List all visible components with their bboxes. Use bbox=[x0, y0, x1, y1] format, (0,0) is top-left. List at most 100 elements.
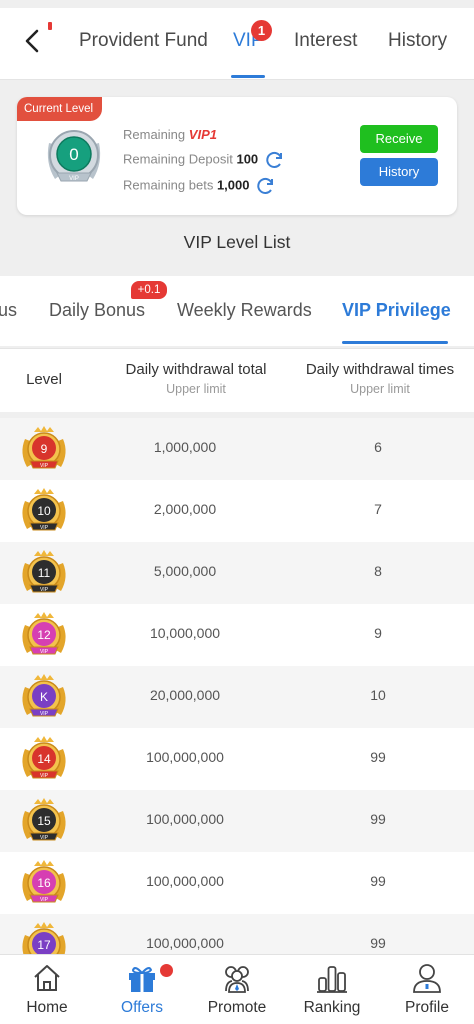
svg-text:VIP: VIP bbox=[40, 587, 49, 593]
vip-level-badge-icon: VIP17 bbox=[17, 919, 71, 954]
refresh-icon[interactable] bbox=[256, 176, 276, 196]
daily-withdrawal-times-cell: 6 bbox=[374, 439, 382, 455]
remaining-level-value: VIP1 bbox=[188, 127, 217, 142]
level-list-title: VIP Level List bbox=[183, 232, 291, 252]
offers-notification-dot bbox=[160, 964, 173, 977]
column-daily-withdrawal-total: Daily withdrawal total Upper limit bbox=[125, 361, 267, 396]
home-icon bbox=[34, 965, 60, 991]
table-row: VIP 9 1,000,000 6 bbox=[0, 418, 474, 480]
vip-level-badge-icon: VIP 12 bbox=[17, 609, 71, 663]
daily-withdrawal-total-cell: 100,000,000 bbox=[146, 811, 224, 827]
daily-withdrawal-times-cell: 99 bbox=[370, 935, 386, 951]
back-arrow-icon[interactable] bbox=[18, 26, 48, 56]
remaining-deposit-value: 100 bbox=[236, 151, 259, 167]
column-level: Level bbox=[26, 371, 62, 388]
table-row: VIP17 100,000,000 99 bbox=[0, 914, 474, 954]
vip-tab-badge: 1 bbox=[251, 20, 272, 41]
svg-text:14: 14 bbox=[37, 752, 51, 766]
daily-withdrawal-total-cell: 100,000,000 bbox=[146, 935, 224, 951]
table-row: VIP K 20,000,000 10 bbox=[0, 666, 474, 728]
notification-mark bbox=[48, 22, 52, 30]
remaining-level-line: Remaining VIP1 bbox=[123, 127, 217, 142]
daily-withdrawal-times-cell: 99 bbox=[370, 749, 386, 765]
refresh-icon[interactable] bbox=[265, 150, 285, 170]
svg-text:VIP: VIP bbox=[40, 463, 49, 469]
vip-level-badge-icon: 0 VIP bbox=[43, 123, 105, 191]
nav-home[interactable]: Home bbox=[2, 961, 92, 1017]
vip-level-badge-icon: VIP 14 bbox=[17, 733, 71, 787]
vip-level-badge-icon: VIP 11 bbox=[17, 547, 71, 601]
nav-promote[interactable]: Promote bbox=[192, 961, 282, 1017]
vip-level-badge-icon: VIP 16 bbox=[17, 857, 71, 911]
nav-profile[interactable]: Profile bbox=[382, 961, 472, 1017]
nav-ranking[interactable]: Ranking bbox=[287, 961, 377, 1017]
svg-text:17: 17 bbox=[37, 938, 51, 952]
svg-text:9: 9 bbox=[41, 442, 48, 456]
daily-withdrawal-total-cell: 5,000,000 bbox=[153, 563, 217, 579]
tab-history[interactable]: History bbox=[388, 30, 447, 52]
table-row: VIP 16 100,000,000 99 bbox=[0, 852, 474, 914]
table-row: VIP 10 2,000,000 7 bbox=[0, 480, 474, 542]
daily-withdrawal-times-cell: 10 bbox=[370, 687, 386, 703]
history-button[interactable]: History bbox=[360, 158, 438, 186]
svg-text:15: 15 bbox=[37, 814, 51, 828]
remaining-bets-value: 1,000 bbox=[216, 177, 250, 193]
bottom-navigation: Home Offers Promote Ranking Profile bbox=[0, 954, 474, 1024]
current-level-tag: Current Level bbox=[17, 97, 103, 121]
svg-text:VIP: VIP bbox=[40, 525, 49, 531]
column-daily-withdrawal-times: Daily withdrawal times Upper limit bbox=[305, 361, 455, 396]
daily-bonus-badge: +0.1 bbox=[131, 281, 167, 299]
vip-level-badge-icon: VIP 15 bbox=[17, 795, 71, 849]
svg-text:K: K bbox=[40, 690, 48, 704]
people-icon bbox=[225, 966, 249, 993]
receive-button[interactable]: Receive bbox=[360, 125, 438, 153]
tab-weekly-rewards[interactable]: Weekly Rewards bbox=[177, 300, 312, 321]
daily-withdrawal-times-cell: 99 bbox=[370, 873, 386, 889]
table-row: VIP 12 10,000,000 9 bbox=[0, 604, 474, 666]
daily-withdrawal-total-cell: 100,000,000 bbox=[146, 749, 224, 765]
daily-withdrawal-total-cell: 10,000,000 bbox=[149, 625, 221, 641]
tab-daily-bonus[interactable]: Daily Bonus bbox=[49, 300, 145, 321]
daily-withdrawal-times-cell: 8 bbox=[374, 563, 382, 579]
person-icon bbox=[413, 964, 441, 993]
tab-interest[interactable]: Interest bbox=[294, 30, 357, 52]
top-navigation-bar: Provident Fund VIP 1 Interest History bbox=[0, 8, 474, 80]
privilege-tabs: us Daily Bonus Weekly Rewards VIP Privil… bbox=[0, 276, 474, 346]
table-row: VIP 14 100,000,000 99 bbox=[0, 728, 474, 790]
svg-text:VIP: VIP bbox=[40, 711, 49, 717]
current-level-card: Current Level 0 VIP Remaining VIP1 Remai… bbox=[17, 97, 457, 215]
vip-level-badge-icon: VIP 10 bbox=[17, 485, 71, 539]
daily-withdrawal-total-cell: 2,000,000 bbox=[153, 501, 217, 517]
svg-text:12: 12 bbox=[37, 628, 51, 642]
remaining-bets-line: Remaining bets 1,000 bbox=[123, 176, 276, 196]
svg-text:16: 16 bbox=[37, 876, 51, 890]
table-header: Level Daily withdrawal total Upper limit… bbox=[0, 348, 474, 412]
svg-text:VIP: VIP bbox=[40, 649, 49, 655]
vip-level-table: VIP 9 1,000,000 6 VIP 10 2,000,000 7 VIP 11 5,000,… bbox=[0, 418, 474, 954]
svg-text:11: 11 bbox=[38, 566, 51, 580]
daily-withdrawal-total-cell: 1,000,000 bbox=[153, 439, 217, 455]
daily-withdrawal-total-cell: 20,000,000 bbox=[149, 687, 221, 703]
vip-level-badge-icon: VIP 9 bbox=[17, 423, 71, 477]
active-tab-indicator bbox=[231, 75, 265, 78]
table-row: VIP 15 100,000,000 99 bbox=[0, 790, 474, 852]
vip-level-badge-icon: VIP K bbox=[17, 671, 71, 725]
daily-withdrawal-total-cell: 100,000,000 bbox=[146, 873, 224, 889]
gift-icon bbox=[129, 967, 155, 992]
svg-text:VIP: VIP bbox=[40, 773, 49, 779]
tab-provident-fund[interactable]: Provident Fund bbox=[79, 30, 208, 52]
svg-text:VIP: VIP bbox=[40, 835, 49, 841]
daily-withdrawal-times-cell: 99 bbox=[370, 811, 386, 827]
svg-text:VIP: VIP bbox=[69, 176, 79, 182]
svg-text:VIP: VIP bbox=[40, 897, 49, 903]
remaining-deposit-line: Remaining Deposit 100 bbox=[123, 150, 285, 170]
bar-chart-icon bbox=[317, 966, 347, 993]
table-row: VIP 11 5,000,000 8 bbox=[0, 542, 474, 604]
daily-withdrawal-times-cell: 7 bbox=[374, 501, 382, 517]
svg-text:10: 10 bbox=[37, 504, 51, 518]
nav-offers[interactable]: Offers bbox=[97, 961, 187, 1017]
tab-bonus-partial[interactable]: us bbox=[0, 300, 17, 321]
daily-withdrawal-times-cell: 9 bbox=[374, 625, 382, 641]
tab-vip-privilege[interactable]: VIP Privilege bbox=[342, 300, 451, 321]
active-subtab-indicator bbox=[342, 341, 448, 344]
